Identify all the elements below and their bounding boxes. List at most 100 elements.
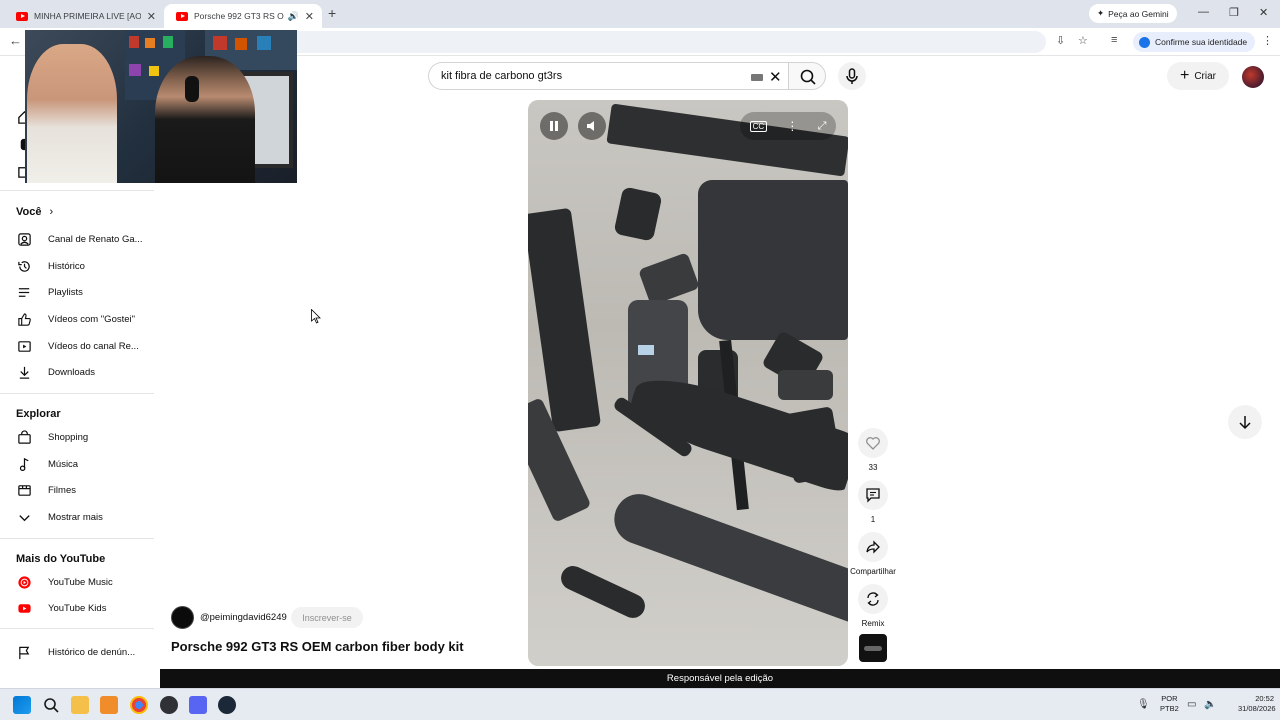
- sidebar-item-youtube-kids[interactable]: YouTube Kids: [0, 595, 156, 621]
- identity-button[interactable]: Confirme sua identidade: [1133, 32, 1256, 52]
- shorts-video-player[interactable]: CC ⋮ ⤢: [528, 100, 848, 666]
- volume-icon: [587, 121, 594, 131]
- channel-handle[interactable]: @peimingdavid6249: [200, 612, 287, 623]
- pause-button[interactable]: [540, 112, 568, 140]
- sidebar-item-history[interactable]: Histórico: [0, 253, 156, 279]
- windows-start-icon[interactable]: [13, 696, 31, 714]
- explore-heading: Explorar: [16, 408, 61, 420]
- sidebar-item-films[interactable]: Filmes: [0, 477, 156, 503]
- person-icon: [16, 231, 32, 247]
- voice-search-button[interactable]: [838, 62, 866, 90]
- tab-live[interactable]: MINHA PRIMEIRA LIVE [AO VIVO] ✕: [4, 4, 164, 28]
- display-tray-icon[interactable]: ▭: [1187, 699, 1196, 710]
- more-from-youtube-heading: Mais do YouTube: [16, 553, 106, 565]
- sidebar-item-label: Vídeos com "Gostei": [48, 313, 136, 325]
- search-icon: [800, 69, 816, 85]
- sidebar-item-downloads[interactable]: Downloads: [0, 359, 156, 385]
- sidebar-item-show-more[interactable]: Mostrar mais: [0, 504, 156, 530]
- sidebar-item-label: Shopping: [48, 431, 89, 443]
- sidebar-item-playlists[interactable]: Playlists: [0, 279, 156, 305]
- media-controls-icon[interactable]: ≡: [1111, 34, 1117, 46]
- share-button[interactable]: [858, 532, 888, 562]
- subscribe-button[interactable]: Inscrever-se: [291, 607, 363, 628]
- video-icon: [16, 338, 32, 354]
- clear-search-icon[interactable]: ✕: [769, 68, 782, 86]
- tab-title: Porsche 992 GT3 RS OEM carbon fiber body…: [194, 11, 284, 21]
- back-arrow-icon[interactable]: ←: [9, 33, 22, 48]
- fullscreen-icon[interactable]: ⤢: [818, 120, 827, 133]
- mute-button[interactable]: [578, 112, 606, 140]
- youtube-favicon-icon: [16, 11, 28, 21]
- music-icon: [16, 456, 32, 472]
- comments-button[interactable]: [858, 480, 888, 510]
- share-label: Compartilhar: [850, 567, 896, 576]
- system-clock[interactable]: 20:52 31/08/2026: [1238, 694, 1276, 714]
- pause-icon: [550, 121, 558, 131]
- search-value: kit fibra de carbono gt3rs: [441, 70, 563, 82]
- microphone-tray-icon[interactable]: 🎙: [1137, 699, 1150, 710]
- app-dark-icon[interactable]: [160, 696, 178, 714]
- you-heading[interactable]: Você ›: [16, 206, 53, 218]
- steam-icon[interactable]: [218, 696, 236, 714]
- film-icon: [16, 482, 32, 498]
- sidebar-item-shopping[interactable]: Shopping: [0, 424, 156, 450]
- more-options-icon[interactable]: ⋮: [786, 119, 798, 133]
- captions-icon[interactable]: CC: [749, 120, 768, 132]
- gemini-button[interactable]: ✦ Peça ao Gemini: [1089, 4, 1177, 23]
- speaker-icon[interactable]: 🔊: [288, 11, 299, 22]
- youtube-favicon-icon: [176, 11, 188, 21]
- close-tab-icon[interactable]: ✕: [141, 10, 156, 23]
- discord-icon[interactable]: [189, 696, 207, 714]
- sidebar-item-liked[interactable]: Vídeos com "Gostei": [0, 306, 156, 332]
- search-taskbar-icon[interactable]: [42, 696, 60, 714]
- sound-thumbnail[interactable]: [859, 634, 887, 662]
- sidebar-item-your-videos[interactable]: Vídeos do canal Re...: [0, 333, 156, 359]
- sidebar-item-report-history[interactable]: Histórico de denún...: [0, 639, 156, 665]
- language-indicator[interactable]: POR PTB2: [1160, 694, 1179, 714]
- arrow-down-icon: [1239, 416, 1251, 430]
- create-button[interactable]: + Criar: [1167, 62, 1229, 90]
- window-close-icon[interactable]: ✕: [1259, 6, 1268, 19]
- search-input[interactable]: kit fibra de carbono gt3rs ✕: [428, 62, 788, 90]
- playlist-icon: [16, 284, 32, 300]
- volume-tray-icon[interactable]: 🔈: [1204, 699, 1216, 710]
- remix-icon: [867, 592, 879, 606]
- remix-button[interactable]: [858, 584, 888, 614]
- tab-porsche[interactable]: Porsche 992 GT3 RS OEM carbon fiber body…: [164, 4, 322, 28]
- sidebar-item-youtube-music[interactable]: YouTube Music: [0, 569, 156, 595]
- restore-icon[interactable]: ❐: [1229, 6, 1239, 19]
- file-explorer-icon[interactable]: [71, 696, 89, 714]
- account-avatar[interactable]: [1242, 66, 1264, 88]
- minimize-icon[interactable]: —: [1198, 6, 1209, 18]
- clock-time: 20:52: [1255, 694, 1274, 703]
- sidebar-divider: [0, 628, 154, 629]
- like-icon: [16, 311, 32, 327]
- like-count: 33: [868, 463, 878, 472]
- keyboard-layout: PTB2: [1160, 704, 1179, 713]
- bookmark-star-icon[interactable]: ☆: [1078, 34, 1088, 47]
- clock-date: 31/08/2026: [1238, 704, 1276, 713]
- keyboard-icon[interactable]: [751, 74, 763, 81]
- browser-menu-icon[interactable]: ⋮: [1262, 34, 1273, 47]
- comment-count: 1: [870, 515, 876, 524]
- sidebar-item-label: Playlists: [48, 286, 83, 298]
- chrome-icon[interactable]: [130, 696, 148, 714]
- sidebar-item-music[interactable]: Música: [0, 451, 156, 477]
- app-orange-icon[interactable]: [100, 696, 118, 714]
- channel-avatar[interactable]: [171, 606, 194, 629]
- close-tab-icon[interactable]: ✕: [299, 10, 314, 23]
- like-button[interactable]: [858, 428, 888, 458]
- next-video-button[interactable]: [1228, 405, 1262, 439]
- install-app-icon[interactable]: ⇩: [1056, 34, 1065, 47]
- new-tab-icon[interactable]: +: [328, 5, 336, 21]
- sidebar-item-label: YouTube Music: [48, 576, 113, 588]
- search-button[interactable]: [788, 62, 826, 90]
- heart-icon: [866, 437, 880, 450]
- player-options-group: CC ⋮ ⤢: [740, 112, 836, 140]
- gemini-label: Peça ao Gemini: [1108, 8, 1169, 19]
- share-icon: [866, 540, 880, 554]
- plus-icon: +: [1179, 67, 1190, 84]
- language-code: POR: [1161, 694, 1178, 703]
- create-label: Criar: [1194, 70, 1216, 82]
- sidebar-item-channel[interactable]: Canal de Renato Ga...: [0, 226, 156, 252]
